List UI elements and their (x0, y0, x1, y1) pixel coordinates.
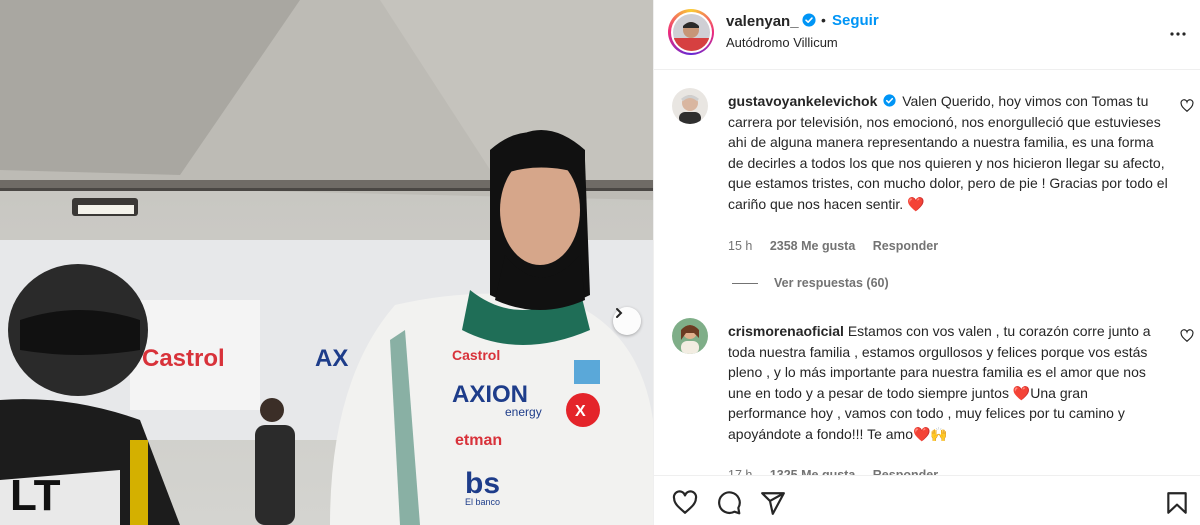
comment-meta: 15 h 2358 Me gusta Responder (728, 239, 952, 253)
post-action-bar (654, 475, 1200, 525)
photo-illustration: Castrol AX LT Castrol AXION energy X etm… (0, 0, 653, 525)
background-sign-text: Castrol (142, 345, 225, 372)
replies-divider (732, 283, 758, 285)
comment-username[interactable]: crismorenaoficial (728, 323, 844, 339)
comment-like-heart-icon[interactable] (1180, 99, 1194, 113)
bookmark-icon[interactable] (1164, 490, 1190, 516)
comment-likes[interactable]: 2358 Me gusta (770, 239, 855, 253)
more-options-icon[interactable] (1166, 22, 1190, 46)
suit-sponsor-1: Castrol (452, 347, 500, 363)
comment-username[interactable]: gustavoyankelevichok (728, 93, 877, 109)
comment-text: Estamos con vos valen , tu corazón corre… (728, 323, 1151, 442)
post-header: valenyan_ • Seguir Autódromo Villicum (654, 0, 1200, 70)
suit-sponsor-5: bs (465, 467, 500, 500)
comment-avatar[interactable] (672, 318, 708, 354)
view-replies-button[interactable]: Ver respuestas (60) (732, 276, 889, 290)
verified-badge-icon (883, 94, 896, 107)
carousel-next-button[interactable] (613, 307, 641, 335)
post-photo[interactable]: Castrol AX LT Castrol AXION energy X etm… (0, 0, 653, 525)
share-icon[interactable] (760, 490, 786, 516)
suit-sponsor-4: etman (455, 432, 502, 449)
comment-like-heart-icon[interactable] (1180, 329, 1194, 343)
story-ring[interactable] (668, 9, 714, 55)
comment-reply-button[interactable]: Responder (873, 239, 938, 253)
view-replies-label: Ver respuestas (60) (774, 276, 889, 290)
separator-dot: • (821, 12, 826, 28)
suit-sponsor-3: energy (505, 405, 542, 419)
svg-text:AX: AX (315, 345, 348, 372)
comment-time: 15 h (728, 239, 753, 253)
suit-sponsor-2: AXION (452, 381, 528, 408)
chevron-right-icon (616, 308, 623, 318)
post-location[interactable]: Autódromo Villicum (726, 35, 838, 50)
verified-badge-icon (802, 13, 816, 27)
post-author-username[interactable]: valenyan_ (726, 13, 799, 30)
car-text: LT (10, 471, 61, 520)
comment-icon[interactable] (716, 490, 742, 516)
comment-body: crismorenaoficial Estamos con vos valen … (728, 321, 1168, 444)
comment-text: Valen Querido, hoy vimos con Tomas tu ca… (728, 93, 1168, 212)
post-side-panel: valenyan_ • Seguir Autódromo Villicum gu… (653, 0, 1200, 525)
heart-icon[interactable] (672, 490, 698, 516)
comment-avatar[interactable] (672, 88, 708, 124)
suit-sponsor-6: El banco (465, 497, 500, 507)
follow-button[interactable]: Seguir (832, 12, 879, 29)
avatar[interactable] (672, 13, 710, 51)
svg-text:X: X (575, 403, 586, 420)
comment-body: gustavoyankelevichok Valen Querido, hoy … (728, 91, 1168, 214)
